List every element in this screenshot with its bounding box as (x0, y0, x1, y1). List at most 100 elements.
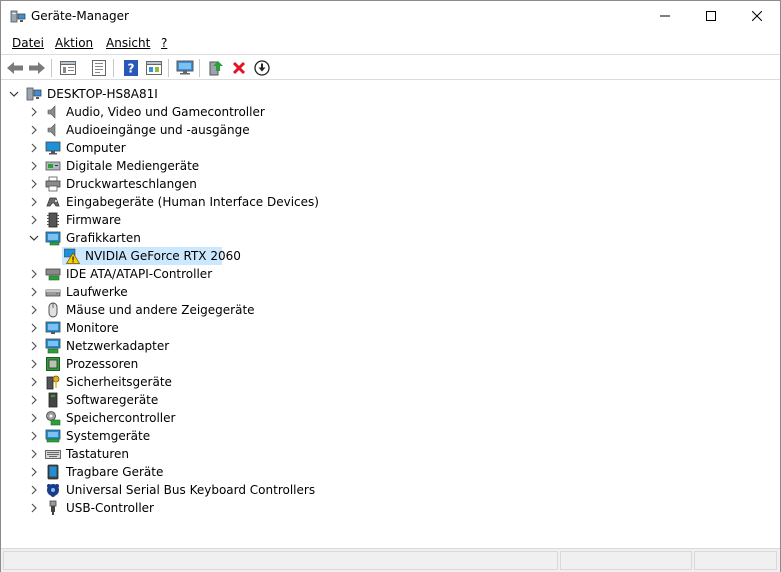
tree-category-label: Prozessoren (66, 357, 139, 371)
view-icon[interactable] (144, 58, 164, 78)
window-title: Geräte-Manager (31, 9, 129, 23)
tree-category-hid[interactable]: Eingabegeräte (Human Interface Devices) (1, 193, 321, 211)
tree-category-label: Mäuse und andere Zeigegeräte (66, 303, 255, 317)
tree-category-label: Laufwerke (66, 285, 128, 299)
forward-icon[interactable] (27, 58, 47, 78)
chevron-right-icon[interactable] (28, 373, 40, 391)
chevron-right-icon[interactable] (28, 355, 40, 373)
tree-category-print-queues[interactable]: Druckwarteschlangen (1, 175, 321, 193)
toolbar-separator (199, 59, 200, 77)
tree-category-keyboards[interactable]: Tastaturen (1, 445, 321, 463)
chevron-down-icon[interactable] (28, 229, 40, 247)
tree-category-mice[interactable]: Mäuse und andere Zeigegeräte (1, 301, 321, 319)
properties-icon[interactable] (89, 58, 109, 78)
chevron-right-icon[interactable] (28, 409, 40, 427)
tree-category-label: Systemgeräte (66, 429, 151, 443)
back-icon[interactable] (5, 58, 25, 78)
menu-aktion[interactable]: Aktion (55, 35, 93, 51)
toolbar-separator (51, 59, 52, 77)
status-cell-tertiary (694, 551, 777, 570)
close-button[interactable] (734, 1, 780, 31)
security-device-icon (45, 374, 61, 390)
properties-view-icon[interactable] (58, 58, 78, 78)
chevron-right-icon[interactable] (28, 391, 40, 409)
usb-icon (45, 500, 61, 516)
chevron-right-icon[interactable] (28, 103, 40, 121)
tree-category-display-adapters[interactable]: Grafikkarten (1, 229, 321, 247)
tree-category-usb-controllers[interactable]: USB-Controller (1, 499, 321, 517)
chevron-right-icon[interactable] (28, 139, 40, 157)
tree-category-label: Computer (66, 141, 126, 155)
chevron-right-icon[interactable] (28, 337, 40, 355)
tree-category-system-devices[interactable]: Systemgeräte (1, 427, 321, 445)
uninstall-icon[interactable] (229, 58, 249, 78)
chevron-right-icon[interactable] (28, 121, 40, 139)
chevron-right-icon[interactable] (28, 175, 40, 193)
chevron-right-icon[interactable] (28, 445, 40, 463)
chevron-right-icon[interactable] (28, 283, 40, 301)
tree-root[interactable]: DESKTOP-HS8A81I (1, 85, 301, 103)
tree-category-network-adapters[interactable]: Netzwerkadapter (1, 337, 321, 355)
tree-category-label: Universal Serial Bus Keyboard Controller… (66, 483, 316, 497)
tree-category-storage-controllers[interactable]: Speichercontroller (1, 409, 321, 427)
toolbar-separator (113, 59, 114, 77)
menu-label: Aktion (55, 36, 94, 50)
tree-category-label: Eingabegeräte (Human Interface Devices) (66, 195, 319, 209)
tree-category-usb-keyboard-controllers[interactable]: Universal Serial Bus Keyboard Controller… (1, 481, 321, 499)
network-adapter-icon (45, 338, 61, 354)
tree-category-audio-video[interactable]: Audio, Video und Gamecontroller (1, 103, 321, 121)
tree-category-monitors[interactable]: Monitore (1, 319, 321, 337)
download-icon[interactable] (252, 58, 272, 78)
tree-category-label: Speichercontroller (66, 411, 176, 425)
chevron-right-icon[interactable] (28, 319, 40, 337)
tree-category-ide-ata[interactable]: IDE ATA/ATAPI-Controller (1, 265, 321, 283)
menu-help[interactable]: ? (161, 35, 167, 51)
chevron-down-icon[interactable] (8, 85, 20, 103)
title-bar[interactable]: Geräte-Manager (1, 1, 780, 31)
tree-device-label: NVIDIA GeForce RTX 2060 (85, 249, 241, 263)
svg-text:?: ? (128, 62, 135, 76)
device-manager-window: Geräte-Manager Datei Aktion Ansicht ? ? … (0, 0, 781, 572)
menu-ansicht[interactable]: Ansicht (106, 35, 150, 51)
menu-datei[interactable]: Datei (12, 35, 44, 51)
minimize-button[interactable] (642, 1, 688, 31)
tree-category-label: Tragbare Geräte (66, 465, 164, 479)
chevron-right-icon[interactable] (28, 481, 40, 499)
chevron-right-icon[interactable] (28, 193, 40, 211)
chevron-right-icon[interactable] (28, 499, 40, 517)
processor-icon (45, 356, 61, 372)
update-driver-icon[interactable] (206, 58, 226, 78)
menu-bar: Datei Aktion Ansicht ? (1, 32, 780, 53)
help-icon[interactable]: ? (121, 58, 141, 78)
maximize-button[interactable] (688, 1, 734, 31)
chevron-right-icon[interactable] (28, 301, 40, 319)
chevron-right-icon[interactable] (28, 427, 40, 445)
tree-category-disk-drives[interactable]: Laufwerke (1, 283, 321, 301)
tree-category-label: USB-Controller (66, 501, 154, 515)
tree-category-audio-io[interactable]: Audioeingänge und -ausgänge (1, 121, 321, 139)
tree-category-processors[interactable]: Prozessoren (1, 355, 321, 373)
tree-category-label: Audio, Video und Gamecontroller (66, 105, 265, 119)
tree-category-firmware[interactable]: Firmware (1, 211, 321, 229)
ide-controller-icon (45, 266, 61, 282)
tree-category-label: Druckwarteschlangen (66, 177, 197, 191)
tree-category-software-devices[interactable]: Softwaregeräte (1, 391, 321, 409)
tree-category-digital-media[interactable]: Digitale Mediengeräte (1, 157, 321, 175)
tree-category-security-devices[interactable]: Sicherheitsgeräte (1, 373, 321, 391)
computer-root-icon (26, 86, 42, 102)
computer-icon (45, 140, 61, 156)
portable-device-icon (45, 464, 61, 480)
tree-device-nvidia-geforce-rtx-2060[interactable]: NVIDIA GeForce RTX 2060 (62, 247, 241, 265)
scan-hardware-icon[interactable] (175, 58, 195, 78)
chevron-right-icon[interactable] (28, 265, 40, 283)
media-device-icon (45, 158, 61, 174)
toolbar-separator (168, 59, 169, 77)
tree-category-portable-devices[interactable]: Tragbare Geräte (1, 463, 321, 481)
system-device-icon (45, 428, 61, 444)
chevron-right-icon[interactable] (28, 463, 40, 481)
device-tree[interactable]: DESKTOP-HS8A81I Audio, Video und Gamecon… (1, 85, 780, 545)
tree-category-label: Monitore (66, 321, 119, 335)
chevron-right-icon[interactable] (28, 211, 40, 229)
chevron-right-icon[interactable] (28, 157, 40, 175)
tree-category-computer[interactable]: Computer (1, 139, 321, 157)
